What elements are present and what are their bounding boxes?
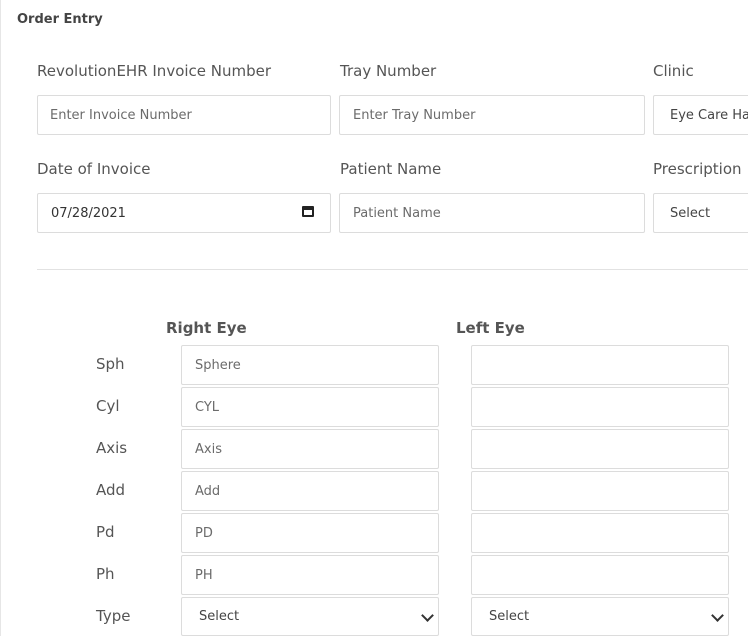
page-title: Order Entry [17, 12, 103, 27]
right-cyl-placeholder: CYL [195, 399, 220, 415]
date-of-invoice-input[interactable]: 07/28/2021 [37, 193, 331, 233]
patient-name-placeholder: Patient Name [353, 205, 441, 221]
invoice-number-placeholder: Enter Invoice Number [50, 107, 192, 123]
date-of-invoice-value: 07/28/2021 [51, 205, 126, 221]
type-label: Type [96, 607, 131, 625]
left-sphere-input[interactable] [471, 345, 729, 385]
right-axis-input[interactable]: Axis [181, 429, 439, 469]
ph-label: Ph [96, 565, 115, 583]
right-type-value: Select [199, 609, 240, 624]
patient-name-label: Patient Name [340, 160, 442, 178]
prescription-value: Select [670, 205, 711, 221]
add-label: Add [96, 481, 126, 499]
left-eye-header: Left Eye [456, 319, 525, 337]
right-pd-placeholder: PD [195, 525, 213, 541]
invoice-number-label: RevolutionEHR Invoice Number [37, 62, 272, 80]
clinic-label: Clinic [653, 62, 694, 80]
right-pd-input[interactable]: PD [181, 513, 439, 553]
right-sphere-placeholder: Sphere [195, 357, 241, 373]
right-ph-placeholder: PH [195, 567, 213, 583]
right-cyl-input[interactable]: CYL [181, 387, 439, 427]
left-cyl-input[interactable] [471, 387, 729, 427]
left-pd-input[interactable] [471, 513, 729, 553]
pd-label: Pd [96, 523, 115, 541]
date-of-invoice-label: Date of Invoice [37, 160, 151, 178]
chevron-down-icon [711, 608, 724, 622]
panel-border [0, 0, 1, 636]
cyl-label: Cyl [96, 397, 120, 415]
left-add-input[interactable] [471, 471, 729, 511]
tray-number-placeholder: Enter Tray Number [353, 107, 476, 123]
right-add-input[interactable]: Add [181, 471, 439, 511]
clinic-select[interactable]: Eye Care Ha [653, 95, 748, 135]
right-type-select[interactable]: Select [181, 597, 439, 636]
section-divider [37, 269, 748, 270]
calendar-icon[interactable] [302, 206, 314, 217]
tray-number-input[interactable]: Enter Tray Number [339, 95, 645, 135]
prescription-label: Prescription [653, 160, 742, 178]
patient-name-input[interactable]: Patient Name [339, 193, 645, 233]
tray-number-label: Tray Number [340, 62, 437, 80]
chevron-down-icon [421, 608, 434, 622]
axis-label: Axis [96, 439, 128, 457]
left-type-value: Select [489, 609, 530, 624]
right-add-placeholder: Add [195, 483, 221, 499]
clinic-value: Eye Care Ha [670, 107, 748, 123]
prescription-select[interactable]: Select [653, 193, 748, 233]
invoice-number-input[interactable]: Enter Invoice Number [37, 95, 331, 135]
right-eye-header: Right Eye [166, 319, 247, 337]
sph-label: Sph [96, 355, 125, 373]
left-type-select[interactable]: Select [471, 597, 729, 636]
right-sphere-input[interactable]: Sphere [181, 345, 439, 385]
left-ph-input[interactable] [471, 555, 729, 595]
right-ph-input[interactable]: PH [181, 555, 439, 595]
left-axis-input[interactable] [471, 429, 729, 469]
right-axis-placeholder: Axis [195, 441, 222, 457]
